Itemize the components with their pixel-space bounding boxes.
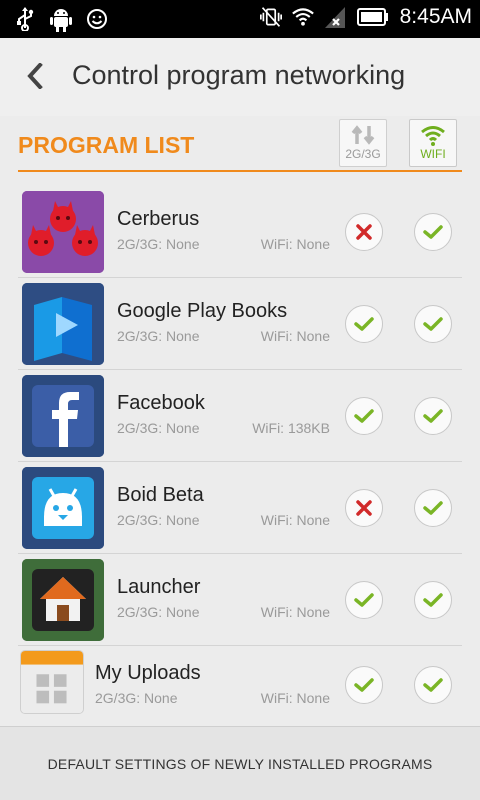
program-list-title: PROGRAM LIST	[18, 132, 195, 158]
app-wifi-usage: WiFi: None	[260, 236, 330, 252]
wifi-button[interactable]: WIFI	[409, 119, 457, 167]
wifi-icon	[291, 4, 314, 30]
app-name: Facebook	[117, 392, 205, 414]
vibrate-icon	[259, 4, 282, 30]
battery-icon	[356, 4, 390, 30]
wifi-toggle[interactable]	[414, 305, 452, 343]
check-icon	[354, 317, 374, 331]
list-item[interactable]: Boid Beta 2G/3G: None WiFi: None	[18, 462, 462, 554]
check-icon	[423, 225, 443, 239]
wifi-toggle[interactable]	[414, 581, 452, 619]
app-mobile-usage: 2G/3G: None	[117, 512, 200, 528]
check-icon	[354, 409, 374, 423]
mobile-toggle[interactable]	[345, 305, 383, 343]
check-icon	[354, 678, 374, 692]
app-name: Google Play Books	[117, 300, 288, 322]
sync-arrows-icon	[351, 125, 375, 145]
list-item[interactable]: Facebook 2G/3G: None WiFi: 138KB	[18, 370, 462, 462]
check-icon	[423, 317, 443, 331]
mobile-toggle[interactable]	[345, 666, 383, 704]
list-item[interactable]: Google Play Books 2G/3G: None WiFi: None	[18, 278, 462, 370]
check-icon	[354, 593, 374, 607]
mobile-toggle[interactable]	[345, 489, 383, 527]
status-bar: 8:45AM	[0, 0, 480, 38]
app-wifi-usage: WiFi: None	[260, 512, 330, 528]
no-signal-icon	[324, 4, 346, 30]
app-header: Control program networking	[0, 38, 480, 116]
app-name: Boid Beta	[117, 484, 204, 506]
usb-icon	[14, 6, 36, 32]
app-mobile-usage: 2G/3G: None	[95, 690, 178, 706]
app-wifi-usage: WiFi: 138KB	[252, 420, 330, 436]
default-settings-button[interactable]: DEFAULT SETTINGS OF NEWLY INSTALLED PROG…	[0, 726, 480, 800]
wifi-toggle[interactable]	[414, 397, 452, 435]
boid-icon	[22, 467, 104, 549]
my-uploads-icon	[20, 650, 84, 714]
back-arrow-icon	[27, 63, 43, 89]
mobile-toggle[interactable]	[345, 581, 383, 619]
wifi-toggle[interactable]	[414, 666, 452, 704]
android-debug-icon	[50, 6, 72, 32]
mobile-data-button[interactable]: 2G/3G	[339, 119, 387, 167]
app-mobile-usage: 2G/3G: None	[117, 236, 200, 252]
list-item[interactable]: Launcher 2G/3G: None WiFi: None	[18, 554, 462, 646]
cross-icon	[356, 500, 372, 516]
facebook-icon	[22, 375, 104, 457]
program-list: Cerberus 2G/3G: None WiFi: None Google P…	[18, 186, 462, 726]
back-button[interactable]	[18, 58, 52, 94]
list-item[interactable]: Cerberus 2G/3G: None WiFi: None	[18, 186, 462, 278]
app-mobile-usage: 2G/3G: None	[117, 420, 200, 436]
app-wifi-usage: WiFi: None	[260, 328, 330, 344]
wifi-icon	[421, 126, 445, 146]
wifi-label: WIFI	[420, 147, 446, 161]
mobile-toggle[interactable]	[345, 397, 383, 435]
status-time: 8:45AM	[399, 5, 472, 28]
check-icon	[423, 501, 443, 515]
check-icon	[423, 593, 443, 607]
cerberus-icon	[22, 191, 104, 273]
mobile-data-label: 2G/3G	[345, 147, 381, 161]
check-icon	[423, 678, 443, 692]
app-mobile-usage: 2G/3G: None	[117, 604, 200, 620]
smiley-icon	[86, 6, 108, 32]
app-name: My Uploads	[95, 662, 201, 684]
launcher-icon	[22, 559, 104, 641]
play-books-icon	[22, 283, 104, 365]
program-list-header: PROGRAM LIST 2G/3G WIFI	[18, 116, 462, 172]
app-name: Launcher	[117, 576, 201, 598]
app-wifi-usage: WiFi: None	[260, 604, 330, 620]
wifi-toggle[interactable]	[414, 489, 452, 527]
wifi-toggle[interactable]	[414, 213, 452, 251]
check-icon	[423, 409, 443, 423]
mobile-toggle[interactable]	[345, 213, 383, 251]
app-mobile-usage: 2G/3G: None	[117, 328, 200, 344]
app-name: Cerberus	[117, 208, 200, 230]
default-settings-label: DEFAULT SETTINGS OF NEWLY INSTALLED PROG…	[47, 755, 433, 772]
cross-icon	[356, 224, 372, 240]
list-item[interactable]: My Uploads 2G/3G: None WiFi: None	[18, 646, 462, 726]
app-wifi-usage: WiFi: None	[260, 690, 330, 706]
page-title: Control program networking	[72, 60, 406, 90]
